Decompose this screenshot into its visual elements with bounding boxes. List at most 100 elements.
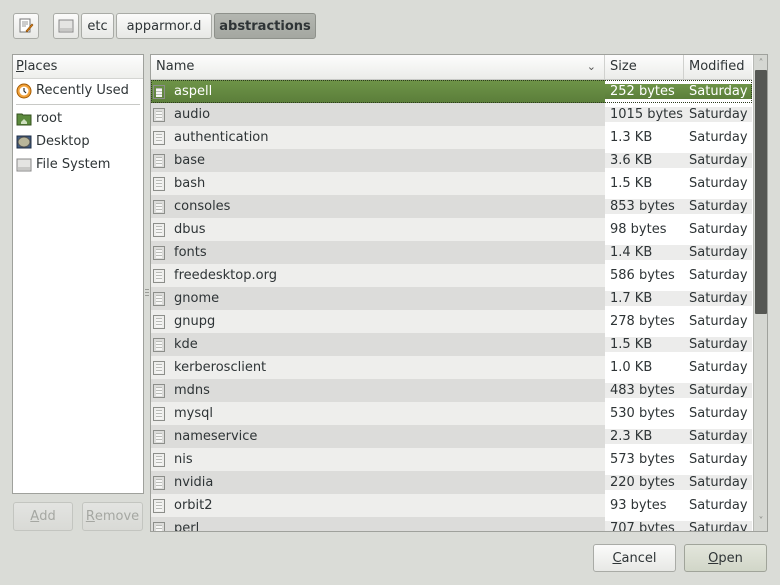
desktop-icon (16, 135, 32, 148)
places-panel: Places Recently Used root Desktop File S… (12, 54, 144, 494)
file-row[interactable]: base 3.6 KB Saturday (151, 149, 752, 172)
file-size: 586 bytes (605, 268, 684, 283)
file-row[interactable]: bash 1.5 KB Saturday (151, 172, 752, 195)
text-file-icon (153, 337, 165, 352)
sort-descending-icon: ⌄ (586, 60, 596, 73)
places-header[interactable]: Places (13, 55, 143, 79)
breadcrumb-label: apparmor.d (126, 18, 202, 34)
open-button[interactable]: Open (684, 544, 767, 572)
file-row[interactable]: aspell 252 bytes Saturday (151, 80, 752, 103)
file-row[interactable]: nameservice 2.3 KB Saturday (151, 425, 752, 448)
breadcrumb-apparmor[interactable]: apparmor.d (116, 13, 212, 39)
file-name: nameservice (174, 429, 258, 444)
file-size: 2.3 KB (605, 429, 684, 444)
file-name: nis (174, 452, 193, 467)
place-label: Recently Used (36, 83, 129, 98)
text-file-icon (153, 222, 165, 237)
column-header-size[interactable]: Size (605, 55, 684, 79)
text-file-icon (153, 452, 165, 467)
file-name: nvidia (174, 475, 214, 490)
text-file-icon (153, 245, 165, 260)
place-label: root (36, 111, 63, 126)
breadcrumb-etc[interactable]: etc (81, 13, 114, 39)
file-row[interactable]: mysql 530 bytes Saturday (151, 402, 752, 425)
scrollbar-thumb[interactable] (755, 70, 767, 314)
breadcrumb-label: etc (87, 18, 108, 34)
text-file-icon (153, 521, 165, 531)
file-row[interactable]: gnome 1.7 KB Saturday (151, 287, 752, 310)
breadcrumb-root[interactable] (53, 13, 79, 39)
scroll-up-icon[interactable]: ˄ (754, 57, 767, 71)
add-bookmark-button[interactable]: Add (13, 502, 73, 531)
file-modified: Saturday (684, 383, 752, 398)
breadcrumb-abstractions[interactable]: abstractions (214, 13, 316, 39)
file-modified: Saturday (684, 176, 752, 191)
file-row[interactable]: mdns 483 bytes Saturday (151, 379, 752, 402)
file-modified: Saturday (684, 475, 752, 490)
text-file-icon (153, 176, 165, 191)
place-item-file-system[interactable]: File System (13, 153, 143, 176)
text-file-icon (153, 153, 165, 168)
column-header-name[interactable]: Name ⌄ (151, 55, 605, 79)
file-modified: Saturday (684, 245, 752, 260)
file-row[interactable]: fonts 1.4 KB Saturday (151, 241, 752, 264)
text-file-icon (153, 84, 165, 99)
file-list: Name ⌄ Size Modified aspell 252 bytes Satu… (150, 54, 768, 532)
file-name-cell: mysql (151, 402, 605, 425)
scroll-down-icon[interactable]: ˅ (754, 515, 767, 529)
cancel-mnemonic: C (612, 550, 622, 566)
file-name-cell: gnome (151, 287, 605, 310)
file-size: 220 bytes (605, 475, 684, 490)
file-row[interactable]: audio 1015 bytes Saturday (151, 103, 752, 126)
file-row[interactable]: dbus 98 bytes Saturday (151, 218, 752, 241)
file-row[interactable]: perl 707 bytes Saturday (151, 517, 752, 532)
file-size: 1.4 KB (605, 245, 684, 260)
file-row[interactable]: nvidia 220 bytes Saturday (151, 471, 752, 494)
file-name-cell: base (151, 149, 605, 172)
places-header-label: laces (23, 59, 58, 74)
place-item-recently-used[interactable]: Recently Used (13, 79, 143, 102)
text-file-icon (153, 291, 165, 306)
file-row[interactable]: freedesktop.org 586 bytes Saturday (151, 264, 752, 287)
file-name-cell: nameservice (151, 425, 605, 448)
file-modified: Saturday (684, 153, 752, 168)
file-name-cell: dbus (151, 218, 605, 241)
file-size: 278 bytes (605, 314, 684, 329)
place-item-desktop[interactable]: Desktop (13, 130, 143, 153)
column-header-modified[interactable]: Modified (684, 55, 752, 79)
place-label: Desktop (36, 134, 90, 149)
file-size: 1.0 KB (605, 360, 684, 375)
file-row[interactable]: authentication 1.3 KB Saturday (151, 126, 752, 149)
remove-bookmark-button[interactable]: Remove (82, 502, 143, 531)
text-file-icon (153, 360, 165, 375)
place-item-root[interactable]: root (13, 107, 143, 130)
pane-resize-handle[interactable] (145, 289, 149, 297)
file-name-cell: nvidia (151, 471, 605, 494)
places-mnemonic: P (16, 59, 24, 74)
places-separator (16, 104, 140, 105)
cancel-button[interactable]: Cancel (593, 544, 676, 572)
file-row[interactable]: gnupg 278 bytes Saturday (151, 310, 752, 333)
file-row[interactable]: consoles 853 bytes Saturday (151, 195, 752, 218)
file-rows: aspell 252 bytes Saturday audio 1015 bytes Sa… (151, 80, 752, 532)
file-row[interactable]: kerberosclient 1.0 KB Saturday (151, 356, 752, 379)
file-name-cell: gnupg (151, 310, 605, 333)
column-header-label: Name (156, 59, 195, 74)
file-name-cell: kerberosclient (151, 356, 605, 379)
file-size: 853 bytes (605, 199, 684, 214)
file-row[interactable]: orbit2 93 bytes Saturday (151, 494, 752, 517)
vertical-scrollbar[interactable]: ˄ ˅ (753, 55, 767, 531)
file-name-cell: mdns (151, 379, 605, 402)
text-file-icon (153, 475, 165, 490)
file-modified: Saturday (684, 222, 752, 237)
file-size: 1015 bytes (605, 107, 684, 122)
edit-location-button[interactable] (13, 13, 39, 39)
file-name: mdns (174, 383, 210, 398)
file-modified: Saturday (684, 452, 752, 467)
file-name: perl (174, 521, 200, 532)
file-row[interactable]: kde 1.5 KB Saturday (151, 333, 752, 356)
file-name-cell: audio (151, 103, 605, 126)
file-name: aspell (174, 84, 213, 99)
file-row[interactable]: nis 573 bytes Saturday (151, 448, 752, 471)
text-file-icon (153, 314, 165, 329)
